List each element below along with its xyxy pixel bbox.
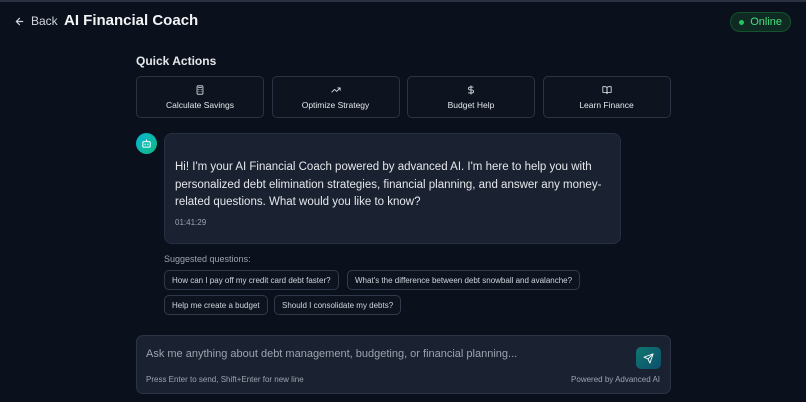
suggestion-chip-budget[interactable]: Help me create a budget xyxy=(164,295,268,315)
header: Back AI Financial Coach Online xyxy=(0,2,806,42)
send-icon xyxy=(643,352,654,364)
app-page: Back AI Financial Coach Online Quick Act… xyxy=(0,0,806,402)
bot-icon xyxy=(142,139,151,148)
quick-action-label: Optimize Strategy xyxy=(301,99,370,110)
suggestion-chip-snowball-avalanche[interactable]: What's the difference between debt snowb… xyxy=(347,270,581,290)
quick-action-label: Budget Help xyxy=(447,99,495,110)
quick-action-label: Learn Finance xyxy=(579,99,634,110)
trending-up-icon xyxy=(330,87,341,92)
composer-hint: Press Enter to send, Shift+Enter for new… xyxy=(146,375,304,384)
message-text: Hi! I'm your AI Financial Coach powered … xyxy=(175,161,602,208)
suggestion-chip-credit-card[interactable]: How can I pay off my credit card debt fa… xyxy=(164,270,339,290)
suggested-questions-label: Suggested questions: xyxy=(164,254,251,264)
message-timestamp: 01:41:29 xyxy=(175,217,207,227)
assistant-message: Hi! I'm your AI Financial Coach powered … xyxy=(164,133,621,244)
back-label: Back xyxy=(31,14,58,28)
quick-actions-heading: Quick Actions xyxy=(136,54,217,68)
suggestion-chip-consolidate[interactable]: Should I consolidate my debts? xyxy=(274,295,402,315)
quick-action-calculate-savings[interactable]: Calculate Savings xyxy=(136,76,264,118)
arrow-left-icon xyxy=(15,17,24,25)
status-dot-icon xyxy=(739,19,745,25)
message-composer: Press Enter to send, Shift+Enter for new… xyxy=(136,335,671,394)
assistant-avatar xyxy=(136,133,157,154)
dollar-sign-icon xyxy=(468,84,474,95)
page-title: AI Financial Coach xyxy=(64,12,199,29)
send-button[interactable] xyxy=(636,347,661,369)
back-button[interactable]: Back xyxy=(14,14,58,28)
book-open-icon xyxy=(601,85,612,94)
quick-action-budget-help[interactable]: Budget Help xyxy=(407,76,535,118)
status-badge: Online xyxy=(730,12,791,32)
message-input[interactable] xyxy=(146,345,626,363)
status-label: Online xyxy=(750,16,782,28)
calculator-icon xyxy=(196,84,204,95)
quick-action-label: Calculate Savings xyxy=(165,99,235,110)
quick-action-optimize-strategy[interactable]: Optimize Strategy xyxy=(271,76,400,118)
quick-action-learn-finance[interactable]: Learn Finance xyxy=(542,76,671,118)
quick-actions-grid: Calculate Savings Optimize Strategy Budg… xyxy=(136,76,671,118)
powered-by-label: Powered by Advanced AI xyxy=(571,375,660,384)
